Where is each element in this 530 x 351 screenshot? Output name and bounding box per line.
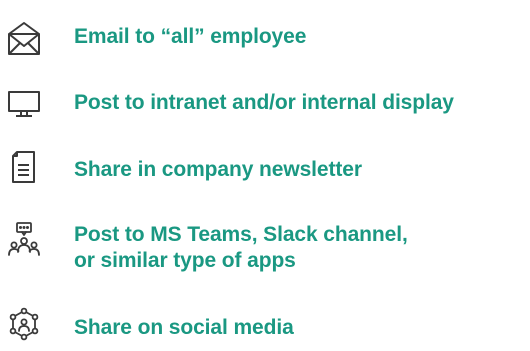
- social-network-icon: [0, 305, 48, 345]
- item-label: Post to intranet and/or internal display: [74, 91, 454, 114]
- item-label: Share on social media: [74, 316, 294, 339]
- monitor-icon: [0, 84, 48, 124]
- item-label: Post to MS Teams, Slack channel, or simi…: [74, 223, 408, 272]
- envelope-icon: [0, 18, 48, 58]
- item-label: Email to “all” employee: [74, 25, 307, 48]
- document-icon: [0, 146, 48, 186]
- item-label: Share in company newsletter: [74, 158, 362, 181]
- channel-list: Email to “all” employee Post to intranet…: [0, 0, 530, 351]
- team-chat-icon: [0, 219, 48, 259]
